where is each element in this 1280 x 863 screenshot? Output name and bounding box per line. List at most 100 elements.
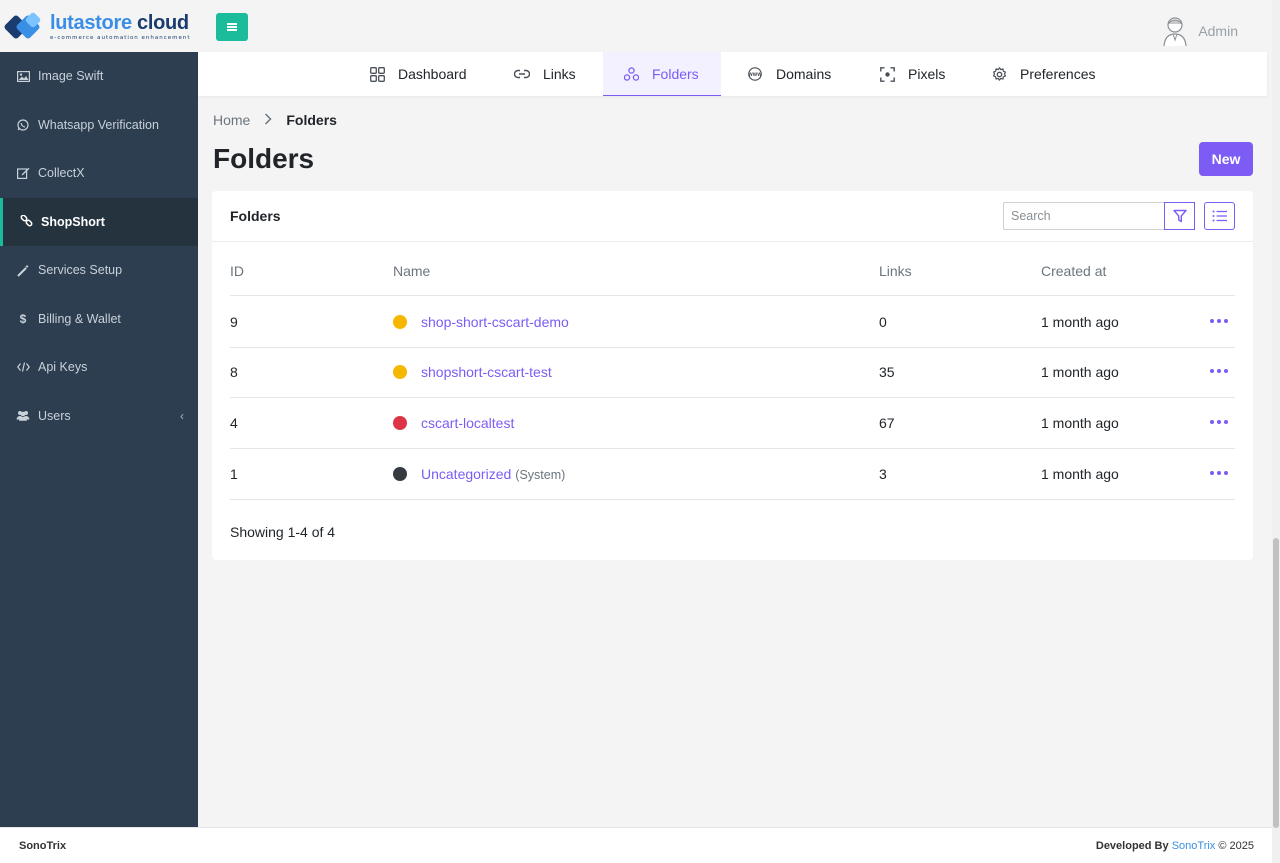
- table-row: 9 shop-short-cscart-demo 0 1 month ago: [230, 297, 1235, 348]
- folder-color-dot: [393, 315, 407, 329]
- folder-name-link[interactable]: shop-short-cscart-demo: [421, 314, 569, 330]
- list-icon: [1212, 210, 1227, 222]
- hamburger-icon: [227, 23, 237, 31]
- svg-text:WWW: WWW: [748, 72, 762, 77]
- folder-color-dot: [393, 416, 407, 430]
- table-row: 4 cscart-localtest 67 1 month ago: [230, 398, 1235, 449]
- sidebar-item-billing-wallet[interactable]: $ Billing & Wallet: [0, 295, 198, 344]
- code-icon: [16, 360, 30, 374]
- row-links-count: 3: [879, 466, 887, 482]
- tab-label: Dashboard: [398, 66, 467, 82]
- column-header-id[interactable]: ID: [230, 263, 244, 279]
- chevron-right-icon: [264, 112, 272, 128]
- row-links-count: 35: [879, 364, 895, 380]
- page-scrollbar[interactable]: [1272, 0, 1280, 863]
- table-header: ID Name Links Created at: [230, 243, 1235, 296]
- www-icon: WWW: [747, 66, 763, 82]
- footer: SonoTrix Developed By SonoTrix © 2025: [0, 827, 1272, 863]
- sidebar-item-shopshort[interactable]: ShopShort: [0, 197, 198, 246]
- sidebar-item-whatsapp-verification[interactable]: Whatsapp Verification: [0, 101, 198, 150]
- tab-dashboard[interactable]: Dashboard: [369, 52, 479, 96]
- gear-icon: [991, 66, 1007, 82]
- column-header-links[interactable]: Links: [879, 263, 912, 279]
- menu-toggle-button[interactable]: [216, 13, 248, 41]
- folder-name-link[interactable]: cscart-localtest: [421, 415, 514, 431]
- breadcrumb: Home Folders: [213, 112, 337, 128]
- sidebar-item-label: Whatsapp Verification: [38, 117, 159, 132]
- page-title: Folders: [213, 143, 315, 174]
- footer-developer-link[interactable]: SonoTrix: [1172, 840, 1216, 852]
- tab-preferences[interactable]: Preferences: [991, 52, 1101, 96]
- sidebar-item-label: Image Swift: [38, 69, 104, 84]
- more-actions-icon[interactable]: [1210, 413, 1228, 431]
- list-view-button[interactable]: [1204, 202, 1235, 230]
- brand-tagline: e-commerce automation enhancement: [50, 35, 191, 41]
- tab-label: Links: [543, 66, 576, 82]
- tab-label: Preferences: [1020, 66, 1096, 82]
- row-id: 9: [230, 314, 238, 330]
- more-actions-icon[interactable]: [1210, 312, 1228, 330]
- more-actions-icon[interactable]: [1210, 362, 1228, 380]
- folder-color-dot: [393, 467, 407, 481]
- search-input[interactable]: [1003, 202, 1165, 230]
- breadcrumb-current: Folders: [286, 112, 337, 128]
- sidebar-item-services-setup[interactable]: Services Setup: [0, 246, 198, 295]
- avatar: [1163, 17, 1187, 46]
- focus-icon: [879, 66, 895, 82]
- tab-domains[interactable]: WWW Domains: [747, 52, 839, 96]
- table-row: 8 shopshort-cscart-test 35 1 month ago: [230, 347, 1235, 398]
- tab-label: Folders: [652, 65, 699, 82]
- sidebar-item-image-swift[interactable]: Image Swift: [0, 52, 198, 101]
- card-header: Folders: [212, 191, 1253, 242]
- sidebar-item-collectx[interactable]: CollectX: [0, 149, 198, 198]
- sidebar-item-label: Users: [38, 408, 71, 423]
- sidebar-item-users[interactable]: Users ‹: [0, 392, 198, 441]
- folders-icon: [623, 66, 639, 82]
- user-name: Admin: [1198, 23, 1238, 39]
- breadcrumb-home-link[interactable]: Home: [213, 112, 250, 128]
- system-tag: (System): [515, 468, 566, 482]
- whatsapp-icon: [16, 118, 30, 132]
- table-row: 1 Uncategorized (System) 3 1 month ago: [230, 449, 1235, 500]
- sidebar-item-api-keys[interactable]: Api Keys: [0, 343, 198, 392]
- row-id: 8: [230, 364, 238, 380]
- folder-name-link[interactable]: shopshort-cscart-test: [421, 364, 552, 380]
- row-created-at: 1 month ago: [1041, 314, 1119, 330]
- tab-pixels[interactable]: Pixels: [879, 52, 949, 96]
- tab-folders[interactable]: Folders: [603, 52, 721, 96]
- link-icon: [514, 66, 530, 82]
- sidebar: Image Swift Whatsapp Verification Collec…: [0, 52, 198, 827]
- brand-logo[interactable]: lutastore cloud e-commerce automation en…: [3, 11, 191, 42]
- row-created-at: 1 month ago: [1041, 415, 1119, 431]
- tab-label: Domains: [776, 66, 832, 82]
- tab-links[interactable]: Links: [514, 52, 584, 96]
- brand-title: lutastore cloud: [50, 12, 189, 34]
- footer-credits: Developed By SonoTrix © 2025: [1095, 839, 1254, 852]
- sidebar-item-label: Billing & Wallet: [38, 311, 121, 326]
- row-links-count: 0: [879, 314, 887, 330]
- row-created-at: 1 month ago: [1041, 364, 1119, 380]
- grid-icon: [369, 66, 385, 82]
- chevron-left-icon: ‹: [180, 408, 184, 423]
- users-icon: [16, 409, 30, 423]
- folder-name-link[interactable]: Uncategorized (System): [421, 466, 565, 482]
- column-header-created-at[interactable]: Created at: [1041, 263, 1106, 279]
- filter-button[interactable]: [1164, 202, 1195, 230]
- pagination-summary: Showing 1-4 of 4: [230, 524, 336, 540]
- more-actions-icon[interactable]: [1210, 464, 1228, 482]
- row-id: 1: [230, 466, 238, 482]
- magic-wand-icon: [16, 263, 30, 277]
- folders-card: Folders ID Name Links Created at 9 shop-…: [212, 191, 1253, 560]
- edit-icon: [16, 166, 30, 180]
- footer-brand: SonoTrix: [19, 839, 67, 852]
- card-title: Folders: [230, 208, 281, 224]
- scrollbar-thumb[interactable]: [1273, 538, 1279, 828]
- sidebar-item-label: ShopShort: [41, 214, 105, 229]
- dollar-icon: $: [19, 311, 27, 326]
- column-header-name[interactable]: Name: [393, 263, 430, 279]
- row-created-at: 1 month ago: [1041, 466, 1119, 482]
- user-menu[interactable]: Admin: [1162, 16, 1238, 46]
- row-links-count: 67: [879, 415, 895, 431]
- tab-label: Pixels: [908, 66, 946, 82]
- new-folder-button[interactable]: New: [1199, 142, 1253, 176]
